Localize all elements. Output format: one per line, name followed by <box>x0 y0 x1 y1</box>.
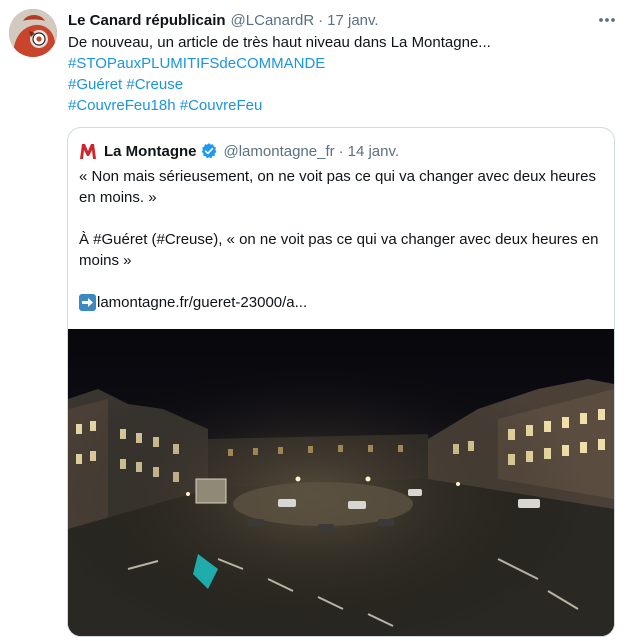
quoted-tweet-text: « Non mais sérieusement, on ne voit pas … <box>79 166 599 313</box>
hashtag-link[interactable]: #CouvreFeu <box>180 97 263 114</box>
ellipsis-icon[interactable] <box>597 12 617 28</box>
separator-dot: · <box>338 142 344 160</box>
duck-avatar-icon <box>9 9 57 57</box>
hashtag-link[interactable]: #CouvreFeu18h <box>68 97 176 114</box>
quoted-paragraph: « Non mais sérieusement, on ne voit pas … <box>79 168 596 206</box>
author-avatar[interactable] <box>9 9 57 57</box>
quoted-author-handle[interactable]: @lamontagne_fr <box>224 143 335 160</box>
town-square-night-image <box>68 329 614 636</box>
separator-dot: · <box>318 11 324 29</box>
hashtag-link[interactable]: #Guéret <box>68 76 122 93</box>
hashtag-link[interactable]: #STOPauxPLUMITIFSdeCOMMANDE <box>68 55 325 72</box>
la-montagne-logo-icon[interactable] <box>79 141 97 161</box>
tweet[interactable]: Le Canard républicain @LCanardR · 17 jan… <box>0 0 640 641</box>
article-link[interactable]: lamontagne.fr/gueret-23000/a... <box>79 292 599 313</box>
tweet-date[interactable]: 17 janv. <box>327 12 378 29</box>
tweet-body-text: De nouveau, un article de très haut nive… <box>68 34 491 51</box>
article-link-text[interactable]: lamontagne.fr/gueret-23000/a... <box>97 292 307 313</box>
hashtag-line: #CouvreFeu18h #CouvreFeu <box>68 95 628 116</box>
quoted-tweet-header: La Montagne @lamontagne_fr · 14 janv. <box>79 140 399 162</box>
quoted-author-name[interactable]: La Montagne <box>104 143 197 160</box>
right-arrow-icon <box>79 294 96 311</box>
author-name[interactable]: Le Canard républicain <box>68 12 226 29</box>
author-handle[interactable]: @LCanardR <box>231 12 315 29</box>
night-square-photo[interactable] <box>68 329 614 636</box>
hashtag-line: #STOPauxPLUMITIFSdeCOMMANDE <box>68 53 628 74</box>
quoted-paragraph: À #Guéret (#Creuse), « on ne voit pas ce… <box>79 231 599 269</box>
tweet-header: Le Canard républicain @LCanardR · 17 jan… <box>68 10 379 30</box>
quoted-tweet-date[interactable]: 14 janv. <box>348 143 399 160</box>
verified-badge-icon <box>200 142 218 160</box>
hashtag-line: #Guéret #Creuse <box>68 74 628 95</box>
tweet-text: De nouveau, un article de très haut nive… <box>68 32 628 116</box>
quoted-tweet[interactable]: La Montagne @lamontagne_fr · 14 janv. « … <box>67 127 615 637</box>
hashtag-link[interactable]: #Creuse <box>126 76 183 93</box>
